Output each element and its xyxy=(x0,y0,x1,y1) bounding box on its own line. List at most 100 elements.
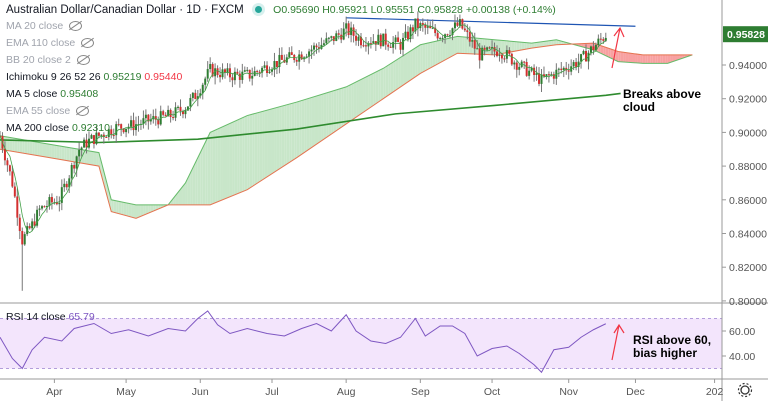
candle xyxy=(288,47,291,59)
hidden-eye-icon[interactable] xyxy=(81,38,95,49)
indicator-legend[interactable]: MA 20 close xyxy=(6,20,83,32)
candle xyxy=(169,108,172,123)
ichimoku-cloud-segment xyxy=(543,41,547,47)
ichimoku-cloud-segment xyxy=(54,145,57,159)
candle-body xyxy=(3,148,6,161)
candle-body xyxy=(233,71,236,81)
candle xyxy=(599,32,602,44)
ichimoku-cloud-segment xyxy=(143,204,146,216)
hidden-eye-icon[interactable] xyxy=(69,21,83,32)
candle-body xyxy=(288,52,291,58)
candle xyxy=(369,37,372,49)
candle-body xyxy=(364,45,367,47)
candle-body xyxy=(372,41,375,44)
candle xyxy=(347,20,350,39)
ichimoku-cloud-segment xyxy=(259,111,263,182)
candle-body xyxy=(597,38,600,45)
rsi-legend[interactable]: RSI 14 close 65.79 xyxy=(6,311,95,323)
candle xyxy=(63,178,66,192)
candle-body xyxy=(65,183,68,188)
candle-body xyxy=(251,75,254,79)
candle xyxy=(270,67,273,76)
rsi-annotation: RSI above 60, bias higher xyxy=(633,333,712,360)
ichimoku-cloud-segment xyxy=(459,36,463,54)
resistance-trendline xyxy=(346,17,636,27)
candle-body xyxy=(90,135,93,139)
indicator-legend[interactable]: EMA 55 close xyxy=(6,105,90,117)
candle-body xyxy=(397,37,400,42)
ichimoku-cloud-segment xyxy=(289,103,292,163)
ichimoku-cloud-segment xyxy=(417,44,421,76)
candle-body xyxy=(16,196,19,218)
ichimoku-cloud-segment xyxy=(128,203,132,217)
candle xyxy=(253,66,256,77)
candle-body xyxy=(582,51,585,55)
ichimoku-cloud-segment xyxy=(116,200,119,214)
candle-body xyxy=(73,165,76,169)
indicator-legend[interactable]: Ichimoku 9 26 52 26 0.95219 0.95440 xyxy=(6,71,182,83)
price-tick-label: 0.80000 xyxy=(729,296,767,308)
ichimoku-cloud-segment xyxy=(370,73,374,108)
indicator-legend[interactable]: MA 200 close 0.92310 xyxy=(6,122,110,134)
candle-body xyxy=(456,22,459,26)
candle xyxy=(137,115,140,132)
candle xyxy=(540,68,543,93)
candle-body xyxy=(528,70,531,76)
hidden-eye-icon[interactable] xyxy=(76,106,90,117)
indicator-label: EMA 55 close xyxy=(6,105,71,117)
candle-body xyxy=(144,114,147,119)
ichimoku-cloud-segment xyxy=(420,44,423,74)
candle-body xyxy=(589,46,592,53)
candle-body xyxy=(345,23,348,29)
ichimoku-cloud-segment xyxy=(239,117,243,193)
candle-body xyxy=(310,49,313,52)
indicator-legend[interactable]: MA 5 close 0.95408 xyxy=(6,88,98,100)
price-tick-label: 0.86000 xyxy=(729,195,767,207)
ichimoku-cloud-segment xyxy=(140,204,144,217)
ichimoku-cloud-segment xyxy=(190,167,193,205)
candle-body xyxy=(130,120,133,127)
candle-body xyxy=(41,206,44,209)
indicator-legend[interactable]: EMA 110 close xyxy=(6,37,95,49)
candle-body xyxy=(404,31,407,38)
candle xyxy=(152,109,155,124)
candle xyxy=(533,64,536,82)
ichimoku-cloud-segment xyxy=(373,72,376,106)
candle xyxy=(58,196,61,212)
candle xyxy=(75,155,78,177)
candle-body xyxy=(476,48,479,50)
candle xyxy=(552,71,555,85)
candle xyxy=(266,61,269,77)
candle-body xyxy=(38,208,41,210)
candle xyxy=(409,24,412,43)
candle-body xyxy=(379,34,382,47)
candle-body xyxy=(357,36,360,41)
ichimoku-cloud-segment xyxy=(51,144,55,159)
candle-body xyxy=(275,61,278,67)
candle-body xyxy=(483,47,486,50)
settings-gear-icon[interactable] xyxy=(737,382,753,398)
candle xyxy=(194,89,197,100)
candle xyxy=(28,223,31,230)
candle xyxy=(518,63,521,76)
indicator-legend[interactable]: BB 20 close 2 xyxy=(6,54,90,66)
hidden-eye-icon[interactable] xyxy=(76,55,90,66)
candle-body xyxy=(194,92,197,100)
candle-body xyxy=(115,124,118,136)
candle xyxy=(162,109,165,117)
candle xyxy=(55,195,58,206)
rsi-label: RSI 14 close xyxy=(6,311,66,323)
candle-body xyxy=(599,38,602,40)
ichimoku-cloud-segment xyxy=(548,40,552,46)
candle xyxy=(92,134,95,149)
candle xyxy=(587,50,590,70)
ichimoku-cloud-segment xyxy=(346,85,349,124)
candle-body xyxy=(243,70,246,72)
candle-body xyxy=(486,47,489,50)
candle xyxy=(520,59,523,69)
ichimoku-cloud-segment xyxy=(207,132,211,205)
candle-body xyxy=(513,62,516,65)
candle xyxy=(300,51,303,60)
candle-body xyxy=(411,27,414,32)
candle-body xyxy=(58,202,61,205)
